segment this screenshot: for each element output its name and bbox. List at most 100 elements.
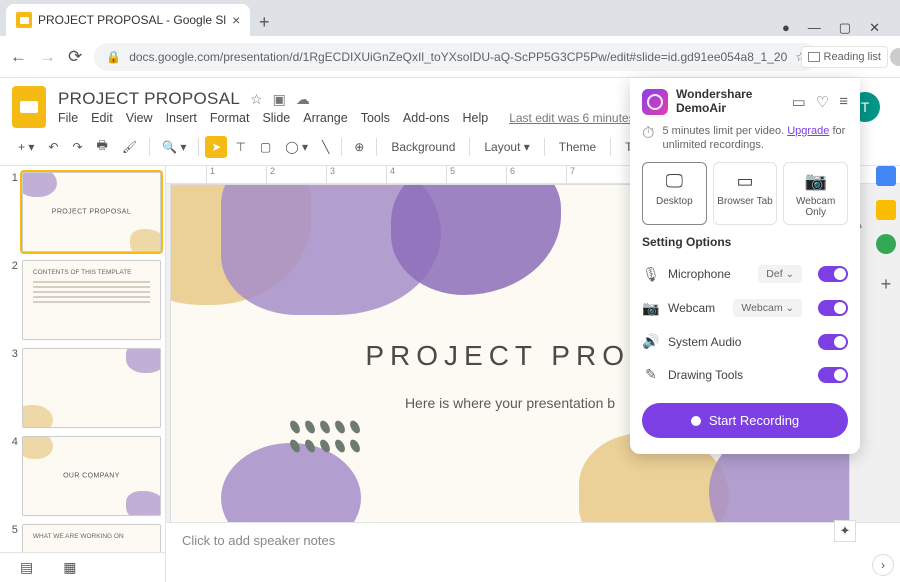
limit-text: 5 minutes limit per video. Upgrade for u… <box>662 124 848 153</box>
microphone-toggle[interactable] <box>818 266 848 282</box>
forward-button[interactable]: → <box>39 47 56 67</box>
cloud-status-icon[interactable]: ☁ <box>296 91 310 108</box>
background-button[interactable]: Background <box>383 136 463 158</box>
image-tool[interactable]: ▢ <box>254 136 277 158</box>
reading-list-button[interactable]: Reading list <box>801 46 888 68</box>
menu-insert[interactable]: Insert <box>166 111 197 125</box>
calendar-icon[interactable] <box>876 166 896 186</box>
notifications-icon[interactable]: ♡ <box>816 93 829 111</box>
menu-file[interactable]: File <box>58 111 78 125</box>
window-controls: ● — ▢ ✕ <box>782 14 894 36</box>
filmstrip-view-icon[interactable]: ▤ <box>20 559 33 576</box>
view-mode-bar: ▤ ▦ <box>0 552 166 582</box>
undo-button[interactable]: ↶ <box>42 136 64 158</box>
textbox-tool[interactable]: ⊤ <box>229 136 251 158</box>
theme-button[interactable]: Theme <box>551 136 604 158</box>
slides-logo-icon[interactable] <box>12 86 46 128</box>
desktop-icon: 🖵 <box>645 171 704 192</box>
demoair-brand: WondershareDemoAir <box>676 88 752 116</box>
menu-tools[interactable]: Tools <box>361 111 390 125</box>
url-text: docs.google.com/presentation/d/1RgECDIXU… <box>129 50 787 64</box>
menu-arrange[interactable]: Arrange <box>303 111 347 125</box>
slide-thumb-1[interactable]: PROJECT PROPOSAL <box>22 172 161 252</box>
redo-button[interactable]: ↷ <box>66 136 88 158</box>
tab-strip: PROJECT PROPOSAL - Google Sl × + ● — ▢ ✕ <box>0 0 900 36</box>
menu-format[interactable]: Format <box>210 111 250 125</box>
microphone-icon: 🎙 <box>642 266 660 283</box>
mode-desktop[interactable]: 🖵Desktop <box>642 162 707 225</box>
library-icon[interactable]: ▭ <box>792 93 806 111</box>
mode-webcam-only[interactable]: 📷Webcam Only <box>783 162 848 225</box>
move-folder-icon[interactable]: ▣ <box>273 91 286 108</box>
menu-addons[interactable]: Add-ons <box>403 111 450 125</box>
lock-icon: 🔒 <box>106 50 121 64</box>
webcam-toggle[interactable] <box>818 300 848 316</box>
print-button[interactable]: 🖶 <box>91 132 114 161</box>
slide-thumb-3[interactable] <box>22 348 161 428</box>
thumbnail-panel[interactable]: 1 PROJECT PROPOSAL 2 CONTENTS OF THIS TE… <box>0 166 166 560</box>
option-microphone: 🎙 Microphone Def <box>642 257 848 291</box>
addons-plus-icon[interactable]: + <box>881 274 892 295</box>
menu-bar: File Edit View Insert Format Slide Arran… <box>58 111 658 125</box>
grid-view-icon[interactable]: ▦ <box>63 559 76 576</box>
system-audio-toggle[interactable] <box>818 334 848 350</box>
back-button[interactable]: ← <box>10 47 27 67</box>
record-indicator-icon: ● <box>782 20 790 36</box>
mode-browser-tab[interactable]: ▭Browser Tab <box>713 162 778 225</box>
comment-button[interactable]: ⊕ <box>348 136 370 158</box>
option-webcam: 📷 Webcam Webcam <box>642 291 848 325</box>
document-title[interactable]: PROJECT PROPOSAL <box>58 89 240 109</box>
side-panel-strip: + <box>872 126 900 295</box>
panel-menu-icon[interactable]: ≡ <box>839 93 848 111</box>
webcam-icon: 📷 <box>786 171 845 192</box>
profile-icon[interactable] <box>890 48 900 66</box>
close-window-button[interactable]: ✕ <box>869 20 880 36</box>
browser-tab[interactable]: PROJECT PROPOSAL - Google Sl × <box>6 4 250 36</box>
layout-button[interactable]: Layout ▾ <box>476 136 537 158</box>
new-slide-button[interactable]: + ▾ <box>12 136 40 158</box>
tab-title: PROJECT PROPOSAL - Google Sl <box>38 13 226 27</box>
reload-button[interactable]: ⟳ <box>68 47 82 67</box>
menu-view[interactable]: View <box>126 111 153 125</box>
browser-chrome: PROJECT PROPOSAL - Google Sl × + ● — ▢ ✕… <box>0 0 900 78</box>
maximize-button[interactable]: ▢ <box>839 20 851 36</box>
microphone-dropdown[interactable]: Def <box>758 265 802 283</box>
timer-icon: ⏱ <box>642 124 654 153</box>
option-drawing-tools: ✎ Drawing Tools <box>642 358 848 391</box>
speaker-notes[interactable]: Click to add speaker notes <box>166 522 900 560</box>
webcam-option-icon: 📷 <box>642 300 660 317</box>
upgrade-link[interactable]: Upgrade <box>787 125 829 137</box>
tasks-icon[interactable] <box>876 234 896 254</box>
paint-format-button[interactable]: 🖌 <box>116 136 143 158</box>
minimize-button[interactable]: — <box>808 20 821 36</box>
option-system-audio: 🔊 System Audio <box>642 325 848 358</box>
keep-icon[interactable] <box>876 200 896 220</box>
address-bar[interactable]: 🔒 docs.google.com/presentation/d/1RgECDI… <box>94 43 818 71</box>
slides-app: PROJECT PROPOSAL ☆ ▣ ☁ File Edit View In… <box>0 78 900 582</box>
tab-close-icon[interactable]: × <box>232 12 240 28</box>
menu-edit[interactable]: Edit <box>91 111 113 125</box>
pencil-icon: ✎ <box>642 366 660 383</box>
show-side-panel-icon[interactable]: › <box>872 554 894 576</box>
settings-title: Setting Options <box>642 235 848 249</box>
select-tool[interactable]: ➤ <box>205 136 227 158</box>
line-tool[interactable]: ╲ <box>316 136 335 158</box>
slides-favicon <box>16 12 32 28</box>
browser-tab-icon: ▭ <box>716 171 775 192</box>
speaker-icon: 🔊 <box>642 333 660 350</box>
star-icon[interactable]: ☆ <box>250 91 263 108</box>
drawing-tools-toggle[interactable] <box>818 367 848 383</box>
zoom-button[interactable]: 🔍 ▾ <box>156 136 192 158</box>
menu-slide[interactable]: Slide <box>262 111 290 125</box>
shape-tool[interactable]: ◯ ▾ <box>279 136 314 158</box>
address-row: ← → ⟳ 🔒 docs.google.com/presentation/d/1… <box>0 36 900 78</box>
slide-thumb-4[interactable]: OUR COMPANY <box>22 436 161 516</box>
start-recording-button[interactable]: Start Recording <box>642 403 848 438</box>
slide-thumb-2[interactable]: CONTENTS OF THIS TEMPLATE <box>22 260 161 340</box>
explore-gear-icon[interactable]: ✦ <box>834 520 856 542</box>
new-tab-button[interactable]: + <box>250 8 278 36</box>
demoair-logo-icon <box>642 89 668 115</box>
demoair-panel: WondershareDemoAir ▭ ♡ ≡ ⏱ 5 minutes lim… <box>630 78 860 454</box>
menu-help[interactable]: Help <box>462 111 488 125</box>
webcam-dropdown[interactable]: Webcam <box>733 299 802 317</box>
